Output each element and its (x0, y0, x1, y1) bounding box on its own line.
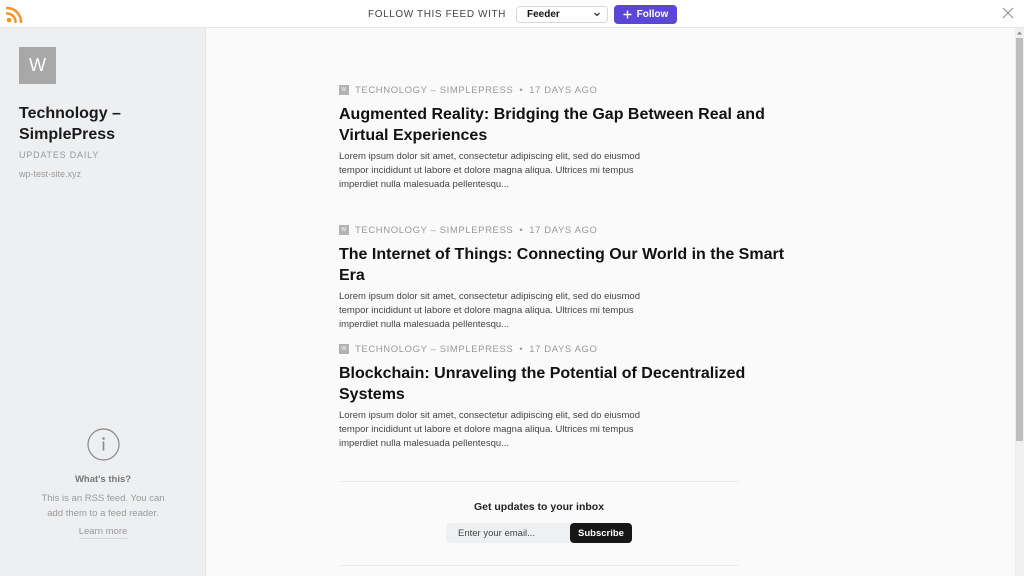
follow-label: FOLLOW THIS FEED WITH (368, 8, 506, 20)
info-icon (86, 428, 120, 461)
follow-row: FOLLOW THIS FEED WITH Feeder Follow (368, 4, 677, 24)
article-source: TECHNOLOGY – SIMPLEPRESS (355, 224, 514, 236)
article-item[interactable]: W TECHNOLOGY – SIMPLEPRESS • 17 DAYS AGO… (339, 343, 799, 451)
follow-button-label: Follow (636, 8, 669, 20)
subscribe-form: Subscribe (339, 523, 739, 543)
article-meta: W TECHNOLOGY – SIMPLEPRESS • 17 DAYS AGO (339, 84, 799, 96)
article-meta: W TECHNOLOGY – SIMPLEPRESS • 17 DAYS AGO (339, 224, 799, 236)
update-frequency: UPDATES DAILY (19, 150, 100, 160)
meta-separator: • (519, 224, 524, 236)
divider (339, 565, 739, 566)
info-text: This is an RSS feed. You can add them to… (41, 493, 165, 519)
scrollbar-thumb[interactable] (1016, 38, 1023, 441)
scrollbar[interactable] (1015, 28, 1024, 576)
info-box: What's this? This is an RSS feed. You ca… (0, 428, 206, 539)
subscribe-button[interactable]: Subscribe (570, 523, 632, 543)
feed-avatar: W (19, 47, 56, 84)
article-item[interactable]: W TECHNOLOGY – SIMPLEPRESS • 17 DAYS AGO… (339, 224, 799, 332)
article-excerpt: Lorem ipsum dolor sit amet, consectetur … (339, 151, 640, 190)
feed-sidebar: W Technology – SimplePress UPDATES DAILY… (0, 28, 206, 576)
meta-separator: • (519, 343, 524, 355)
close-icon[interactable] (1002, 7, 1014, 19)
rss-icon[interactable] (6, 6, 23, 23)
divider (339, 481, 739, 482)
article-meta: W TECHNOLOGY – SIMPLEPRESS • 17 DAYS AGO (339, 343, 799, 355)
top-bar: FOLLOW THIS FEED WITH Feeder Follow (0, 0, 1024, 28)
follow-button[interactable]: Follow (613, 4, 677, 24)
article-age: 17 DAYS AGO (529, 224, 598, 236)
article-age: 17 DAYS AGO (529, 84, 598, 96)
source-icon: W (339, 85, 349, 95)
article-age: 17 DAYS AGO (529, 343, 598, 355)
article-source: TECHNOLOGY – SIMPLEPRESS (355, 343, 514, 355)
scroll-up-arrow-icon[interactable] (1016, 30, 1023, 36)
feed-reader-select[interactable]: Feeder (515, 5, 608, 23)
subscribe-heading: Get updates to your inbox (473, 501, 605, 513)
feed-title: Technology – SimplePress (19, 105, 121, 143)
source-icon: W (339, 225, 349, 235)
article-source: TECHNOLOGY – SIMPLEPRESS (355, 84, 514, 96)
meta-separator: • (519, 84, 524, 96)
article-excerpt: Lorem ipsum dolor sit amet, consectetur … (339, 410, 640, 449)
reader-selected-value: Feeder (526, 8, 560, 20)
article-title[interactable]: Blockchain: Unraveling the Potential of … (339, 363, 789, 405)
info-heading: What's this? (74, 474, 132, 485)
source-icon: W (339, 344, 349, 354)
article-title[interactable]: Augmented Reality: Bridging the Gap Betw… (339, 104, 789, 146)
plus-icon (623, 10, 632, 18)
email-input[interactable] (446, 523, 570, 543)
site-url: wp-test-site.xyz (19, 169, 82, 179)
chevron-down-icon (594, 12, 600, 17)
article-title[interactable]: The Internet of Things: Connecting Our W… (339, 244, 789, 286)
article-item[interactable]: W TECHNOLOGY – SIMPLEPRESS • 17 DAYS AGO… (339, 84, 799, 192)
article-excerpt: Lorem ipsum dolor sit amet, consectetur … (339, 291, 640, 330)
subscribe-box: Get updates to your inbox Subscribe (339, 501, 739, 543)
learn-more-link[interactable]: Learn more (78, 526, 128, 539)
